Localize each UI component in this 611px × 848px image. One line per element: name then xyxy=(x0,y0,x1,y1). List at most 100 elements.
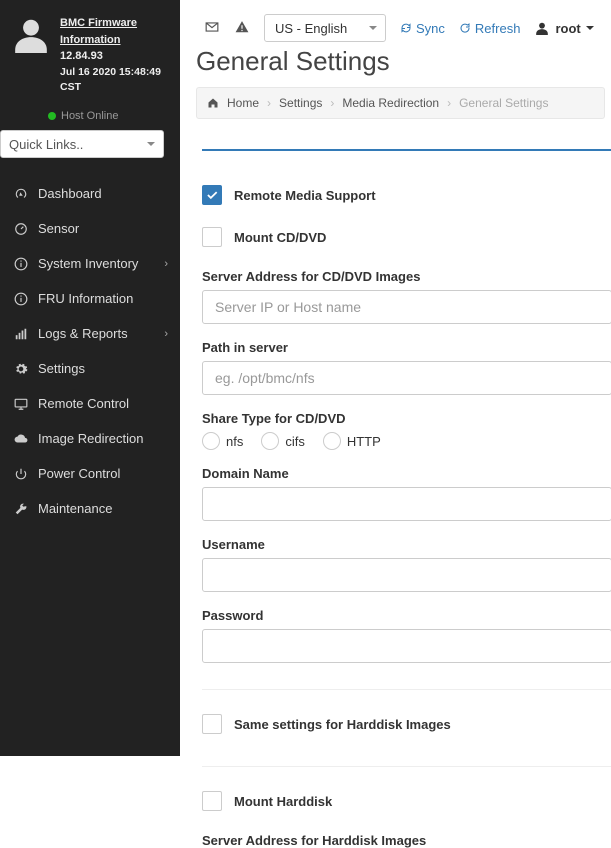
domain-label: Domain Name xyxy=(202,466,611,481)
mount-cd-row: Mount CD/DVD xyxy=(202,221,611,253)
share-type-options: nfs cifs HTTP xyxy=(202,432,611,450)
home-icon xyxy=(207,97,219,109)
firmware-title[interactable]: BMC Firmware Information xyxy=(60,15,168,48)
sidebar-item-label: Remote Control xyxy=(38,396,129,411)
language-select[interactable]: US - English xyxy=(264,14,386,42)
chevron-right-icon: › xyxy=(164,258,168,270)
username-input[interactable] xyxy=(202,558,611,592)
username-block: Username xyxy=(202,537,611,592)
firmware-info: BMC Firmware Information 12.84.93 Jul 16… xyxy=(60,15,168,96)
remote-media-row: Remote Media Support xyxy=(202,179,611,211)
quicklinks-placeholder: Quick Links.. xyxy=(9,137,83,152)
path-label: Path in server xyxy=(202,340,611,355)
quicklinks-select[interactable]: Quick Links.. xyxy=(0,130,164,158)
avatar xyxy=(12,15,50,53)
bars-icon xyxy=(14,327,28,341)
share-option-cifs: cifs xyxy=(261,432,305,450)
topbar: US - English Sync Refresh root xyxy=(190,0,611,42)
password-label: Password xyxy=(202,608,611,623)
mail-icon[interactable] xyxy=(204,20,220,37)
refresh-link[interactable]: Refresh xyxy=(459,21,521,36)
nfs-radio[interactable] xyxy=(202,432,220,450)
breadcrumb: Home › Settings › Media Redirection › Ge… xyxy=(196,87,605,119)
http-radio[interactable] xyxy=(323,432,341,450)
username-label: Username xyxy=(202,537,611,552)
sidebar-item-sensor[interactable]: Sensor xyxy=(0,211,180,246)
tachometer-icon xyxy=(14,187,28,201)
same-hdd-checkbox[interactable] xyxy=(202,714,222,734)
sidebar-header: BMC Firmware Information 12.84.93 Jul 16… xyxy=(0,0,180,106)
dashboard-icon xyxy=(14,222,28,236)
share-option-nfs: nfs xyxy=(202,432,243,450)
wrench-icon xyxy=(14,502,28,516)
sidebar-item-power-control[interactable]: Power Control xyxy=(0,456,180,491)
mount-cd-label: Mount CD/DVD xyxy=(234,230,326,245)
refresh-label: Refresh xyxy=(475,21,521,36)
check-icon xyxy=(205,188,219,202)
info-icon xyxy=(14,292,28,306)
path-block: Path in server xyxy=(202,340,611,395)
page-title: General Settings xyxy=(190,42,611,79)
mount-cd-checkbox[interactable] xyxy=(202,227,222,247)
sidebar-item-settings[interactable]: Settings xyxy=(0,351,180,386)
breadcrumb-sep: › xyxy=(447,96,451,110)
breadcrumb-media[interactable]: Media Redirection xyxy=(342,96,439,110)
sidebar-item-maintenance[interactable]: Maintenance xyxy=(0,491,180,526)
main: US - English Sync Refresh root General S… xyxy=(190,0,611,756)
chevron-right-icon: › xyxy=(164,328,168,340)
sync-link[interactable]: Sync xyxy=(400,21,445,36)
firmware-timestamp: Jul 16 2020 15:48:49 CST xyxy=(60,65,168,97)
breadcrumb-sep: › xyxy=(267,96,271,110)
http-label: HTTP xyxy=(347,434,381,449)
user-label: root xyxy=(555,21,580,36)
chevron-down-icon xyxy=(369,26,377,30)
cifs-label: cifs xyxy=(285,434,305,449)
refresh-icon xyxy=(459,22,471,34)
mount-hdd-label: Mount Harddisk xyxy=(234,794,332,809)
password-input[interactable] xyxy=(202,629,611,663)
share-type-block: Share Type for CD/DVD nfs cifs HTTP xyxy=(202,411,611,450)
divider xyxy=(202,689,611,690)
mount-hdd-checkbox[interactable] xyxy=(202,791,222,811)
sidebar: BMC Firmware Information 12.84.93 Jul 16… xyxy=(0,0,180,756)
sidebar-item-label: Power Control xyxy=(38,466,120,481)
sidebar-item-label: Settings xyxy=(38,361,85,376)
mount-hdd-row: Mount Harddisk xyxy=(202,785,611,817)
domain-input[interactable] xyxy=(202,487,611,521)
sidebar-item-label: System Inventory xyxy=(38,256,138,271)
path-input[interactable] xyxy=(202,361,611,395)
host-status: Host Online xyxy=(0,106,180,122)
warning-icon[interactable] xyxy=(234,20,250,37)
gear-icon xyxy=(14,362,28,376)
nav: Dashboard Sensor System Inventory › FRU … xyxy=(0,176,180,526)
sidebar-item-fru[interactable]: FRU Information xyxy=(0,281,180,316)
breadcrumb-settings[interactable]: Settings xyxy=(279,96,322,110)
cloud-icon xyxy=(14,432,28,446)
password-block: Password xyxy=(202,608,611,663)
sidebar-item-remote-control[interactable]: Remote Control xyxy=(0,386,180,421)
remote-media-checkbox[interactable] xyxy=(202,185,222,205)
sidebar-item-dashboard[interactable]: Dashboard xyxy=(0,176,180,211)
domain-block: Domain Name xyxy=(202,466,611,521)
breadcrumb-home[interactable]: Home xyxy=(227,96,259,110)
sidebar-item-label: Logs & Reports xyxy=(38,326,128,341)
sidebar-item-image-redirection[interactable]: Image Redirection xyxy=(0,421,180,456)
same-hdd-row: Same settings for Harddisk Images xyxy=(202,708,611,740)
server-address-cd-block: Server Address for CD/DVD Images xyxy=(202,269,611,324)
cifs-radio[interactable] xyxy=(261,432,279,450)
info-icon xyxy=(14,257,28,271)
server-address-cd-label: Server Address for CD/DVD Images xyxy=(202,269,611,284)
server-address-hdd-block: Server Address for Harddisk Images xyxy=(202,833,611,848)
remote-media-label: Remote Media Support xyxy=(234,188,376,203)
user-menu[interactable]: root xyxy=(534,21,593,36)
sidebar-item-logs[interactable]: Logs & Reports › xyxy=(0,316,180,351)
server-address-cd-input[interactable] xyxy=(202,290,611,324)
sidebar-item-label: Sensor xyxy=(38,221,79,236)
sync-icon xyxy=(400,22,412,34)
same-hdd-label: Same settings for Harddisk Images xyxy=(234,717,451,732)
breadcrumb-sep: › xyxy=(330,96,334,110)
sidebar-item-system-inventory[interactable]: System Inventory › xyxy=(0,246,180,281)
chevron-down-icon xyxy=(147,142,155,146)
server-address-hdd-label: Server Address for Harddisk Images xyxy=(202,833,611,848)
user-icon xyxy=(534,21,550,35)
